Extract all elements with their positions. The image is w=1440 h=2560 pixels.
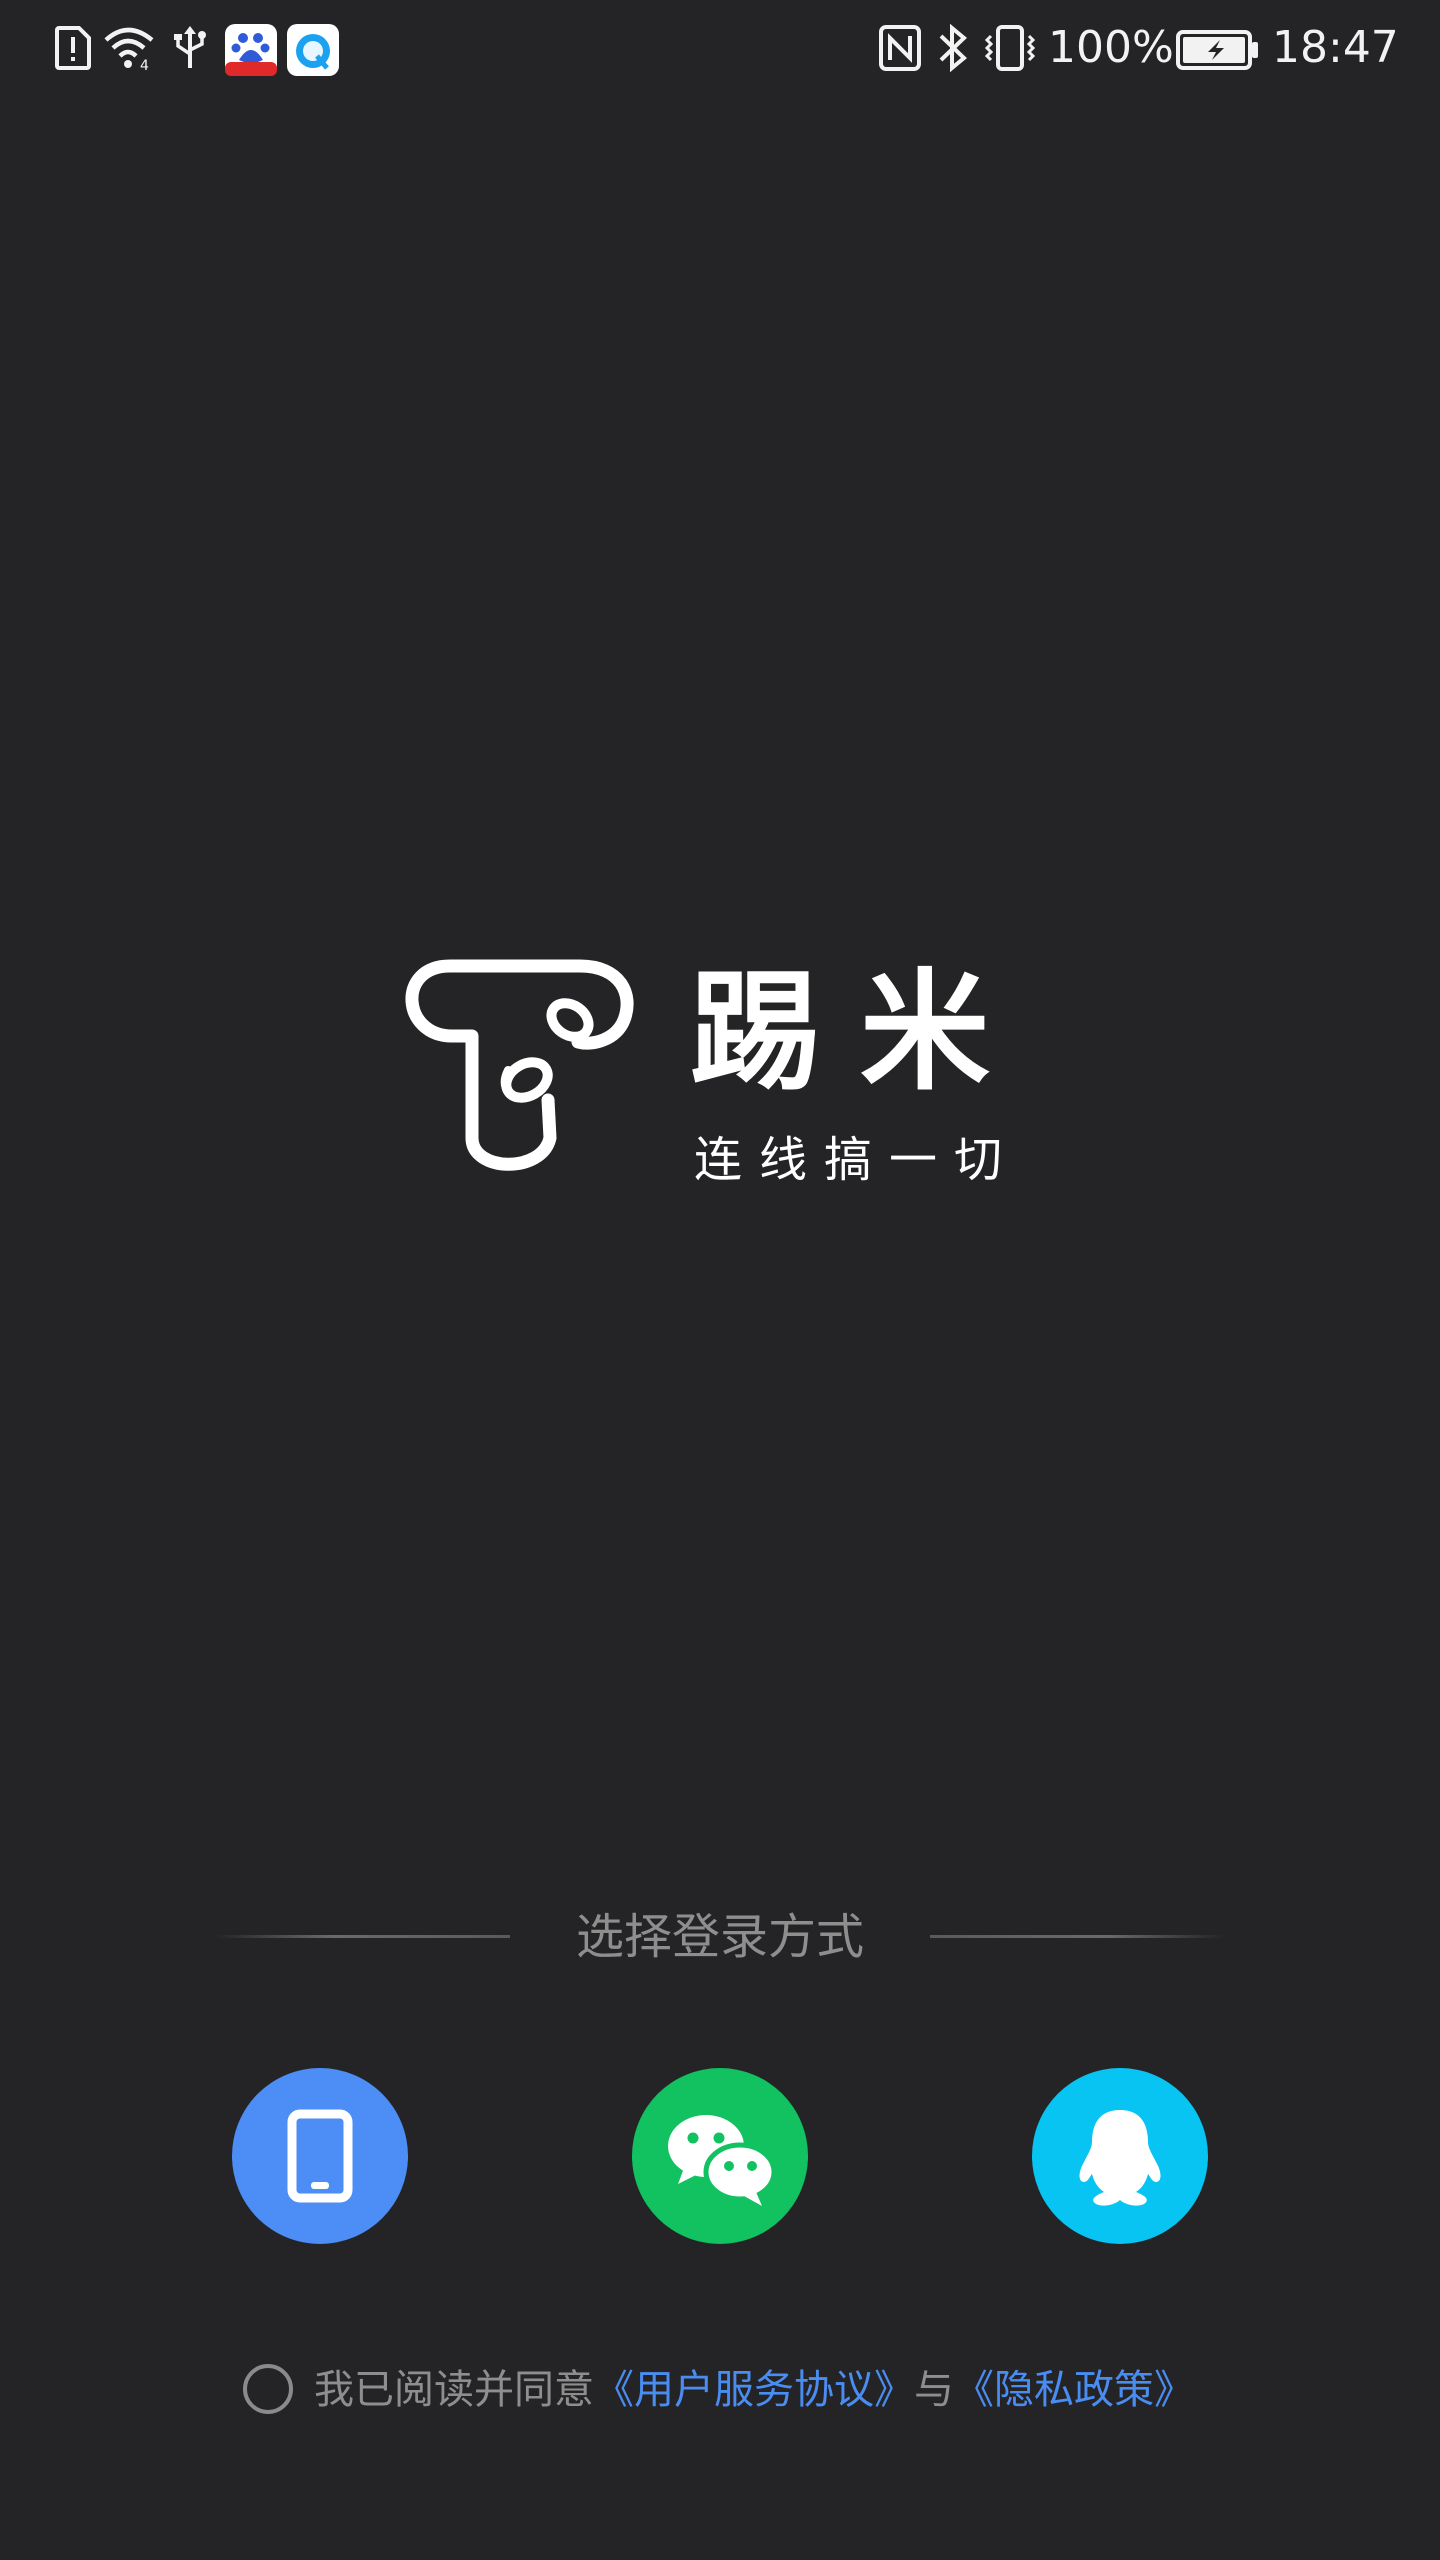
agreement-line: 我已阅读并同意《用户服务协议》与《隐私政策》: [314, 2360, 1194, 2420]
phone-login-button[interactable]: [232, 2068, 408, 2244]
phone-icon: [287, 2109, 353, 2203]
baidu-app-icon: [225, 24, 277, 76]
agreement-prefix: 我已阅读并同意: [314, 2367, 594, 2413]
battery-percent: 100%: [1048, 22, 1174, 73]
sim-alert-icon: [55, 26, 91, 70]
svg-text:4: 4: [140, 58, 149, 72]
brand-name: 踢米: [690, 956, 1031, 1108]
brand-slogan: 连线搞一切: [694, 1132, 1020, 1188]
wechat-icon: [668, 2115, 777, 2206]
privacy-policy-link[interactable]: 《隐私政策》: [954, 2367, 1194, 2413]
wifi-icon: 4: [104, 27, 154, 72]
status-bar: 4 100% 18:47: [0, 0, 1440, 100]
agreement-checkbox[interactable]: [243, 2364, 293, 2414]
battery-icon: [1176, 30, 1258, 70]
bluetooth-icon: [939, 23, 968, 73]
agreement-connector: 与: [914, 2367, 954, 2413]
user-agreement-link[interactable]: 《用户服务协议》: [594, 2367, 914, 2413]
qq-login-button[interactable]: [1032, 2068, 1208, 2244]
divider-left: [215, 1935, 510, 1938]
qq-icon: [1079, 2110, 1161, 2206]
vibrate-icon: [984, 25, 1036, 71]
earphone-t-logo: [405, 959, 634, 1171]
login-method-title: 选择登录方式: [575, 1909, 864, 1965]
divider-right: [930, 1935, 1225, 1938]
wechat-login-button[interactable]: [632, 2068, 808, 2244]
nfc-icon: [879, 25, 921, 71]
usb-icon: [174, 26, 206, 68]
clock: 18:47: [1272, 22, 1399, 73]
browser-app-icon: [287, 24, 339, 76]
